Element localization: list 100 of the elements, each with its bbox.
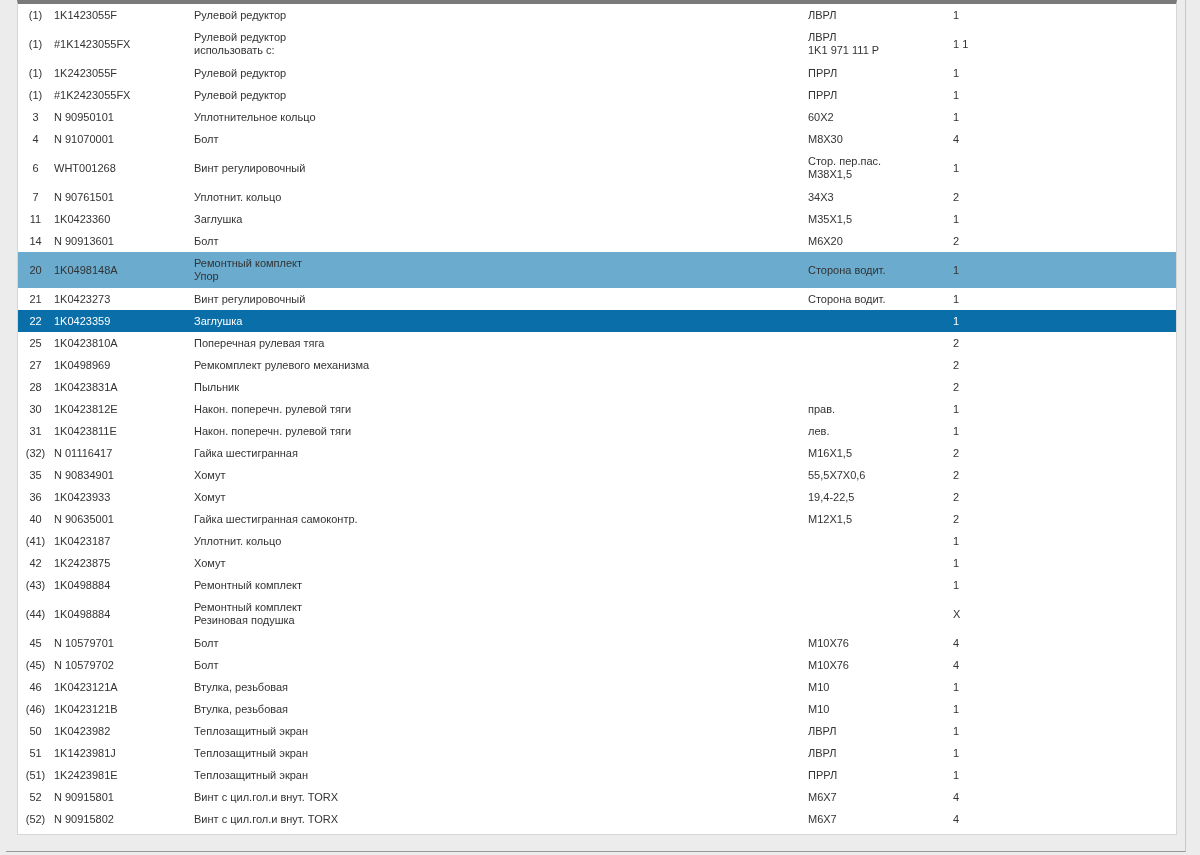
position-cell-text: (1) xyxy=(27,8,44,22)
table-row[interactable]: 22 1K0423359 Заглушка 1 xyxy=(18,310,1176,332)
quantity-cell-text: 1 xyxy=(953,556,961,570)
remark-cell-text: лев. xyxy=(808,424,831,438)
part-number-cell-text: 1K0498884 xyxy=(53,607,112,621)
position-cell-text: (43) xyxy=(24,578,47,592)
position-cell-text: (46) xyxy=(24,702,47,716)
remark-cell-text: ЛВРЛ xyxy=(808,746,838,760)
description-cell-text: Ремонтный комплект xyxy=(194,578,304,592)
part-number-cell-text: N 90915801 xyxy=(53,790,115,804)
quantity-cell-text: 1 xyxy=(953,402,961,416)
part-number-cell-text: N 90635001 xyxy=(53,512,115,526)
remark-cell-text: M10 xyxy=(808,680,831,694)
description-cell-text: Рулевой редуктор xyxy=(194,8,288,22)
quantity-cell-text: 1 xyxy=(953,88,961,102)
table-row[interactable]: (46) 1K0423121B Втулка, резьбовая M10 1 xyxy=(18,698,1176,720)
table-row[interactable]: (32) N 01116417 Гайка шестигранная M16X1,5 2 xyxy=(18,442,1176,464)
table-row[interactable]: (41) 1K0423187 Уплотнит. кольцо 1 xyxy=(18,530,1176,552)
quantity-cell-text: 2 xyxy=(953,468,961,482)
table-row[interactable]: (1) #1K1423055FX Рулевой редуктор использовать с: ЛВРЛ 1K1 971 111 P 1 1 xyxy=(18,26,1176,62)
table-row[interactable]: (51) 1K2423981E Теплозащитный экран ПРРЛ 1 xyxy=(18,764,1176,786)
part-number-cell-text: N 90834901 xyxy=(53,468,115,482)
table-row[interactable]: 36 1K0423933 Хомут 19,4-22,5 2 xyxy=(18,486,1176,508)
quantity-cell-text: 1 xyxy=(953,724,961,738)
quantity-cell-text: 4 xyxy=(953,812,961,826)
table-row[interactable]: 11 1K0423360 Заглушка M35X1,5 1 xyxy=(18,208,1176,230)
table-row[interactable]: 6 WHT001268 Винт регулировочный Стор. пер.пас. M38X1,5 1 xyxy=(18,150,1176,186)
table-row[interactable]: 20 1K0498148A Ремонтный комплект Упор Сторона водит. 1 xyxy=(18,252,1176,288)
position-cell-text: 40 xyxy=(28,512,43,526)
table-row[interactable]: 40 N 90635001 Гайка шестигранная самоконтр. M12X1,5 2 xyxy=(18,508,1176,530)
position-cell-text: (1) xyxy=(27,66,44,80)
table-row[interactable]: 46 1K0423121A Втулка, резьбовая M10 1 xyxy=(18,676,1176,698)
table-row[interactable]: 30 1K0423812E Након. поперечн. рулевой тяги прав. 1 xyxy=(18,398,1176,420)
position-cell-text: 50 xyxy=(28,724,43,738)
table-row[interactable]: 3 N 90950101 Уплотнительное кольцо 60X2 1 xyxy=(18,106,1176,128)
table-row[interactable]: 51 1K1423981J Теплозащитный экран ЛВРЛ 1 xyxy=(18,742,1176,764)
description-cell-text: Хомут xyxy=(194,490,227,504)
table-row[interactable]: (1) #1K2423055FX Рулевой редуктор ПРРЛ 1 xyxy=(18,84,1176,106)
table-row[interactable]: (45) N 10579702 Болт M10X76 4 xyxy=(18,654,1176,676)
position-cell-text: 28 xyxy=(28,380,43,394)
quantity-cell-text: 4 xyxy=(953,790,961,804)
part-number-cell-text: N 91070001 xyxy=(53,132,115,146)
position-cell-text: 42 xyxy=(28,556,43,570)
table-row[interactable]: (44) 1K0498884 Ремонтный комплект Резиновая подушка X xyxy=(18,596,1176,632)
position-cell-text: 4 xyxy=(31,132,40,146)
table-row[interactable]: 31 1K0423811E Након. поперечн. рулевой тяги лев. 1 xyxy=(18,420,1176,442)
table-row[interactable]: 52 N 90915801 Винт с цил.гол.и внут. TORX M6X7 4 xyxy=(18,786,1176,808)
remark-cell-text: 60X2 xyxy=(808,110,835,124)
description-cell-text: Теплозащитный экран xyxy=(194,724,310,738)
table-row[interactable]: (52) N 90915802 Винт с цил.гол.и внут. TORX M6X7 4 xyxy=(18,808,1176,830)
remark-cell-text: ЛВРЛ xyxy=(808,724,838,738)
table-row[interactable]: 27 1K0498969 Ремкомплект рулевого механизма 2 xyxy=(18,354,1176,376)
table-row[interactable]: 42 1K2423875 Хомут 1 xyxy=(18,552,1176,574)
table-row[interactable]: (43) 1K0498884 Ремонтный комплект 1 xyxy=(18,574,1176,596)
quantity-cell-text: 4 xyxy=(953,636,961,650)
remark-cell-text: ПРРЛ xyxy=(808,768,839,782)
description-cell-text: Хомут xyxy=(194,468,227,482)
quantity-cell-text: 2 xyxy=(953,380,961,394)
part-number-cell-text: 1K0423121B xyxy=(53,702,119,716)
description-cell-text: Рулевой редуктор xyxy=(194,66,288,80)
remark-cell-text: Сторона водит. xyxy=(808,263,887,277)
part-number-cell-text: N 10579702 xyxy=(53,658,115,672)
description-cell-text: Болт xyxy=(194,636,220,650)
table-row[interactable]: 4 N 91070001 Болт M8X30 4 xyxy=(18,128,1176,150)
position-cell-text: 31 xyxy=(28,424,43,438)
remark-cell-text: M10X76 xyxy=(808,636,850,650)
table-row[interactable]: 14 N 90913601 Болт M6X20 2 xyxy=(18,230,1176,252)
part-number-cell-text: 1K0423810A xyxy=(53,336,119,350)
table-row[interactable]: 45 N 10579701 Болт M10X76 4 xyxy=(18,632,1176,654)
table-row[interactable]: 7 N 90761501 Уплотнит. кольцо 34X3 2 xyxy=(18,186,1176,208)
quantity-cell-text: 1 xyxy=(953,702,961,716)
description-cell-text: Болт xyxy=(194,132,220,146)
remark-cell-text: M6X7 xyxy=(808,790,838,804)
remark-cell-text: ЛВРЛ xyxy=(808,8,838,22)
position-cell-text: (41) xyxy=(24,534,47,548)
remark-cell-text: M10 xyxy=(808,702,831,716)
remark-cell-text: M6X7 xyxy=(808,812,838,826)
quantity-cell-text: 1 xyxy=(953,314,961,328)
part-number-cell-text: 1K0423982 xyxy=(53,724,112,738)
remark-cell-text: M12X1,5 xyxy=(808,512,854,526)
position-cell-text: 45 xyxy=(28,636,43,650)
table-row[interactable]: 28 1K0423831A Пыльник 2 xyxy=(18,376,1176,398)
quantity-cell-text: 1 xyxy=(953,680,961,694)
description-cell-text: Теплозащитный экран xyxy=(194,768,310,782)
position-cell-text: 46 xyxy=(28,680,43,694)
position-cell-text: 3 xyxy=(31,110,40,124)
description-cell-text: Болт xyxy=(194,658,220,672)
table-row[interactable]: 35 N 90834901 Хомут 55,5X7X0,6 2 xyxy=(18,464,1176,486)
part-number-cell-text: #1K1423055FX xyxy=(53,37,132,51)
quantity-cell-text: 1 1 xyxy=(953,37,970,51)
table-row[interactable]: (1) 1K2423055F Рулевой редуктор ПРРЛ 1 xyxy=(18,62,1176,84)
position-cell-text: 14 xyxy=(28,234,43,248)
description-cell-text: Ремкомплект рулевого механизма xyxy=(194,358,371,372)
table-row[interactable]: 50 1K0423982 Теплозащитный экран ЛВРЛ 1 xyxy=(18,720,1176,742)
description-cell-text: Гайка шестигранная xyxy=(194,446,299,460)
position-cell-text: 25 xyxy=(28,336,43,350)
table-row[interactable]: (1) 1K1423055F Рулевой редуктор ЛВРЛ 1 xyxy=(18,4,1176,26)
table-row[interactable]: 25 1K0423810A Поперечная рулевая тяга 2 xyxy=(18,332,1176,354)
part-number-cell-text: 1K0498884 xyxy=(53,578,112,592)
table-row[interactable]: 21 1K0423273 Винт регулировочный Сторона водит. 1 xyxy=(18,288,1176,310)
